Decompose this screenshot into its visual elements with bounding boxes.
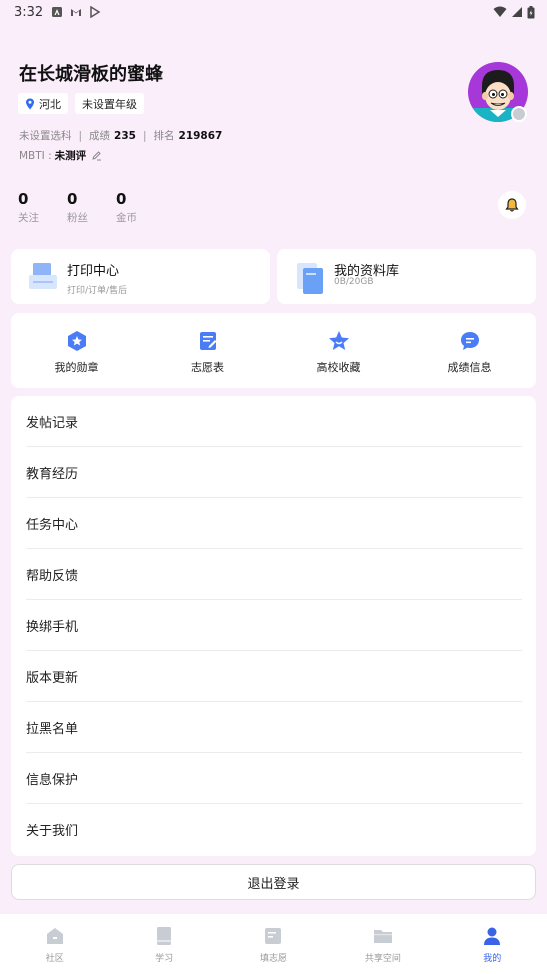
bell-icon [505, 198, 519, 212]
grade-label: 未设置年级 [82, 97, 137, 111]
stats-row: 0 关注 0 粉丝 0 金币 [18, 190, 165, 225]
quick-label: 志愿表 [191, 361, 224, 374]
username: 在长城滑板的蜜蜂 [19, 64, 163, 85]
bottom-nav: 社区 学习 填志愿 共享空间 我的 [0, 914, 547, 974]
nav-shared-space[interactable]: 共享空间 [328, 914, 437, 974]
nav-label: 社区 [45, 954, 64, 964]
signal-icon [512, 7, 522, 17]
nav-fill-application[interactable]: 填志愿 [219, 914, 328, 974]
status-time: 3:32 [14, 4, 44, 20]
notification-a-icon [52, 7, 63, 17]
menu-item-post-history[interactable]: 发帖记录 [26, 396, 522, 447]
star-icon [328, 331, 349, 350]
stat-number: 0 [18, 190, 29, 208]
stat-coins[interactable]: 0 金币 [116, 190, 165, 225]
menu-item-blacklist[interactable]: 拉黑名单 [26, 702, 522, 753]
nav-study[interactable]: 学习 [109, 914, 218, 974]
subject-label: 未设置选科 [19, 130, 72, 142]
print-center-card[interactable]: 打印中心 打印/订单/售后 [11, 249, 270, 304]
mbti-value: 未测评 [54, 150, 87, 162]
menu-item-education[interactable]: 教育经历 [26, 447, 522, 498]
settings-menu: 发帖记录 教育经历 任务中心 帮助反馈 换绑手机 版本更新 拉黑名单 信息保护 … [11, 396, 536, 856]
book-icon [157, 927, 172, 945]
home-icon [46, 928, 63, 944]
rank-value: 219867 [178, 129, 223, 142]
nav-label: 学习 [155, 954, 174, 964]
storage-usage: 0B/20GB [334, 277, 374, 287]
stat-label: 金币 [116, 212, 137, 224]
print-center-subtitle: 打印/订单/售后 [67, 286, 128, 296]
medal-icon [67, 331, 86, 351]
location-tag[interactable]: 河北 [18, 93, 68, 114]
stat-followers[interactable]: 0 粉丝 [67, 190, 116, 225]
menu-item-about-us[interactable]: 关于我们 [26, 804, 522, 855]
notification-bell-button[interactable] [498, 191, 526, 219]
mbti-label: MBTI : [19, 149, 52, 162]
score-label: 成绩 [89, 130, 111, 142]
stat-label: 粉丝 [67, 212, 88, 224]
menu-item-help-feedback[interactable]: 帮助反馈 [26, 549, 522, 600]
logout-button[interactable]: 退出登录 [11, 864, 536, 900]
location-pin-icon [26, 98, 34, 109]
battery-icon [527, 5, 535, 18]
stat-label: 关注 [18, 212, 39, 224]
separator: | [78, 129, 83, 142]
menu-item-task-center[interactable]: 任务中心 [26, 498, 522, 549]
person-icon [484, 927, 501, 945]
quick-label: 我的勋章 [54, 361, 99, 374]
grade-tag[interactable]: 未设置年级 [75, 93, 144, 114]
separator: | [142, 129, 147, 142]
score-value: 235 [114, 129, 136, 142]
print-center-title: 打印中心 [67, 264, 120, 279]
printer-icon [29, 263, 57, 289]
quick-score-info[interactable]: 成绩信息 [404, 313, 535, 388]
status-bar: 3:32 [0, 0, 547, 24]
quick-college-favorites[interactable]: 高校收藏 [273, 313, 404, 388]
nav-community[interactable]: 社区 [0, 914, 109, 974]
stat-following[interactable]: 0 关注 [18, 190, 67, 225]
nav-label: 填志愿 [259, 954, 287, 964]
quick-my-medals[interactable]: 我的勋章 [11, 313, 142, 388]
location-label: 河北 [39, 97, 61, 111]
nav-label: 共享空间 [364, 954, 401, 964]
form-icon [199, 332, 216, 350]
folder-stack-icon [297, 263, 323, 294]
edit-icon[interactable] [91, 150, 102, 161]
doc-icon [265, 928, 282, 944]
academic-info: 未设置选科 | 成绩 235 | 排名 219867 [19, 128, 222, 143]
wifi-icon [493, 6, 507, 17]
play-store-icon [90, 6, 101, 18]
mbti-row[interactable]: MBTI : 未测评 [19, 148, 102, 163]
menu-item-privacy[interactable]: 信息保护 [26, 753, 522, 804]
stat-number: 0 [67, 190, 78, 208]
menu-item-version-update[interactable]: 版本更新 [26, 651, 522, 702]
quick-actions: 我的勋章 志愿表 高校收藏 成绩信息 [11, 313, 536, 388]
folder-icon [373, 930, 392, 943]
quick-application-form[interactable]: 志愿表 [142, 313, 273, 388]
profile-tags: 河北 未设置年级 [18, 93, 144, 114]
avatar-badge-icon [511, 106, 527, 122]
nav-label: 我的 [483, 954, 502, 964]
quick-label: 高校收藏 [316, 361, 361, 374]
gmail-icon [71, 9, 82, 16]
my-library-card[interactable]: 我的资料库 0B/20GB [277, 249, 536, 304]
menu-item-change-phone[interactable]: 换绑手机 [26, 600, 522, 651]
chat-icon [460, 332, 479, 350]
nav-mine[interactable]: 我的 [438, 914, 547, 974]
rank-label: 排名 [153, 130, 175, 142]
stat-number: 0 [116, 190, 127, 208]
quick-label: 成绩信息 [447, 361, 492, 374]
